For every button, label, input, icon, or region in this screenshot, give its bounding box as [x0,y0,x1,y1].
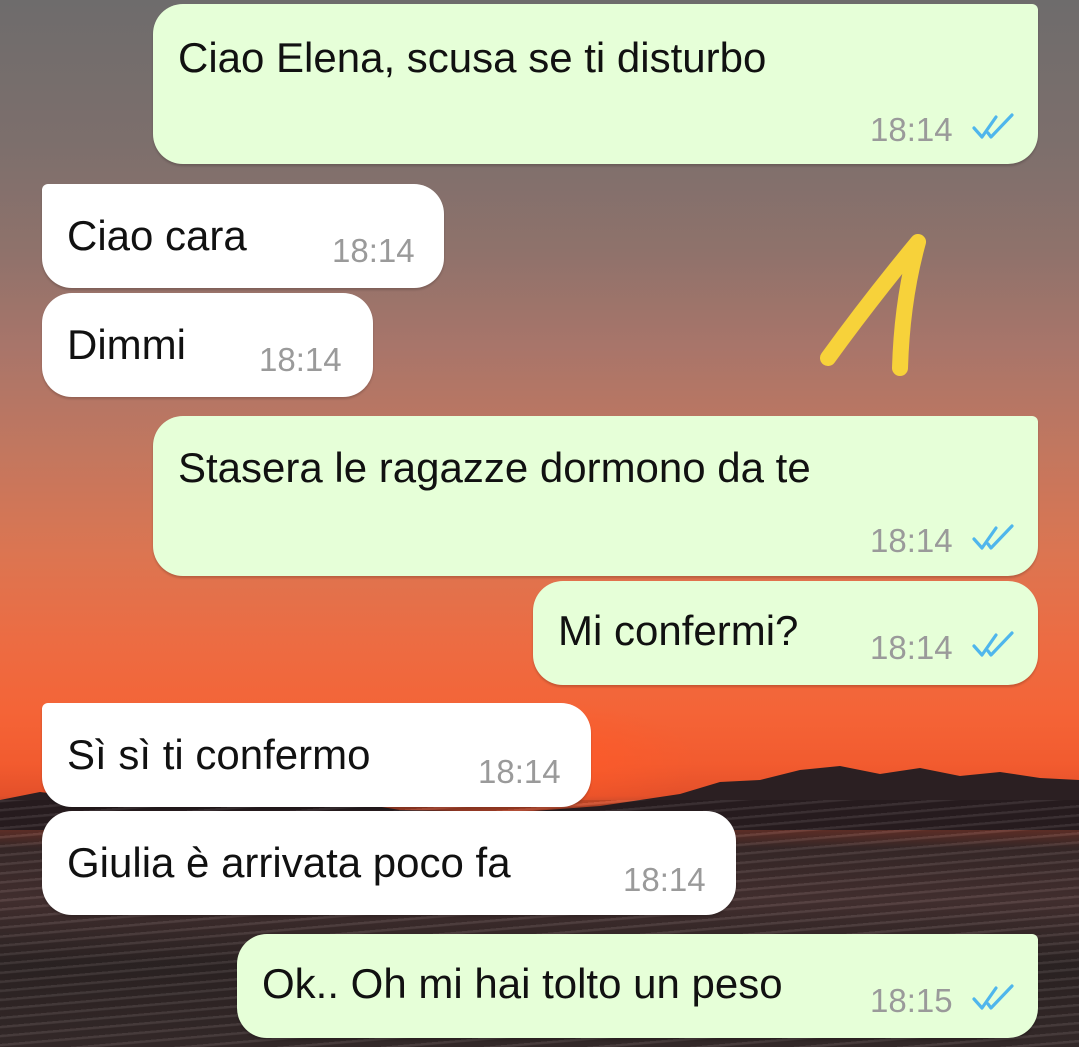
double-check-icon [972,113,1014,139]
message-timestamp: 18:15 [870,982,953,1019]
message-bubble-incoming[interactable]: Ciao cara 18:14 [42,184,444,288]
message-bubble-incoming[interactable]: Giulia è arrivata poco fa 18:14 [42,811,736,915]
message-bubble-outgoing[interactable]: Mi confermi? 18:14 [533,581,1038,685]
message-text: Giulia è arrivata poco fa [67,839,511,886]
message-text: Mi confermi? [558,607,799,654]
handwritten-mark-icon [820,234,926,376]
message-text: Ciao Elena, scusa se ti disturbo [178,34,767,81]
message-timestamp: 18:14 [870,111,953,148]
message-bubble-outgoing[interactable]: Stasera le ragazze dormono da te 18:14 [153,416,1038,576]
message-timestamp: 18:14 [870,522,953,559]
double-check-icon [972,631,1014,657]
message-timestamp: 18:14 [332,232,415,269]
message-bubble-outgoing[interactable]: Ok.. Oh mi hai tolto un peso 18:15 [237,934,1038,1038]
message-bubble-incoming[interactable]: Sì sì ti confermo 18:14 [42,703,591,807]
message-timestamp: 18:14 [870,629,953,666]
message-text: Dimmi [67,321,186,368]
message-text: Ciao cara [67,212,247,259]
message-timestamp: 18:14 [623,861,706,898]
message-bubble-outgoing[interactable]: Ciao Elena, scusa se ti disturbo 18:14 [153,4,1038,164]
message-text: Ok.. Oh mi hai tolto un peso [262,960,783,1007]
message-timestamp: 18:14 [259,341,342,378]
message-text: Stasera le ragazze dormono da te [178,444,811,491]
double-check-icon [972,524,1014,550]
message-bubble-incoming[interactable]: Dimmi 18:14 [42,293,373,397]
message-text: Sì sì ti confermo [67,731,371,778]
double-check-icon [972,984,1014,1010]
message-timestamp: 18:14 [478,753,561,790]
